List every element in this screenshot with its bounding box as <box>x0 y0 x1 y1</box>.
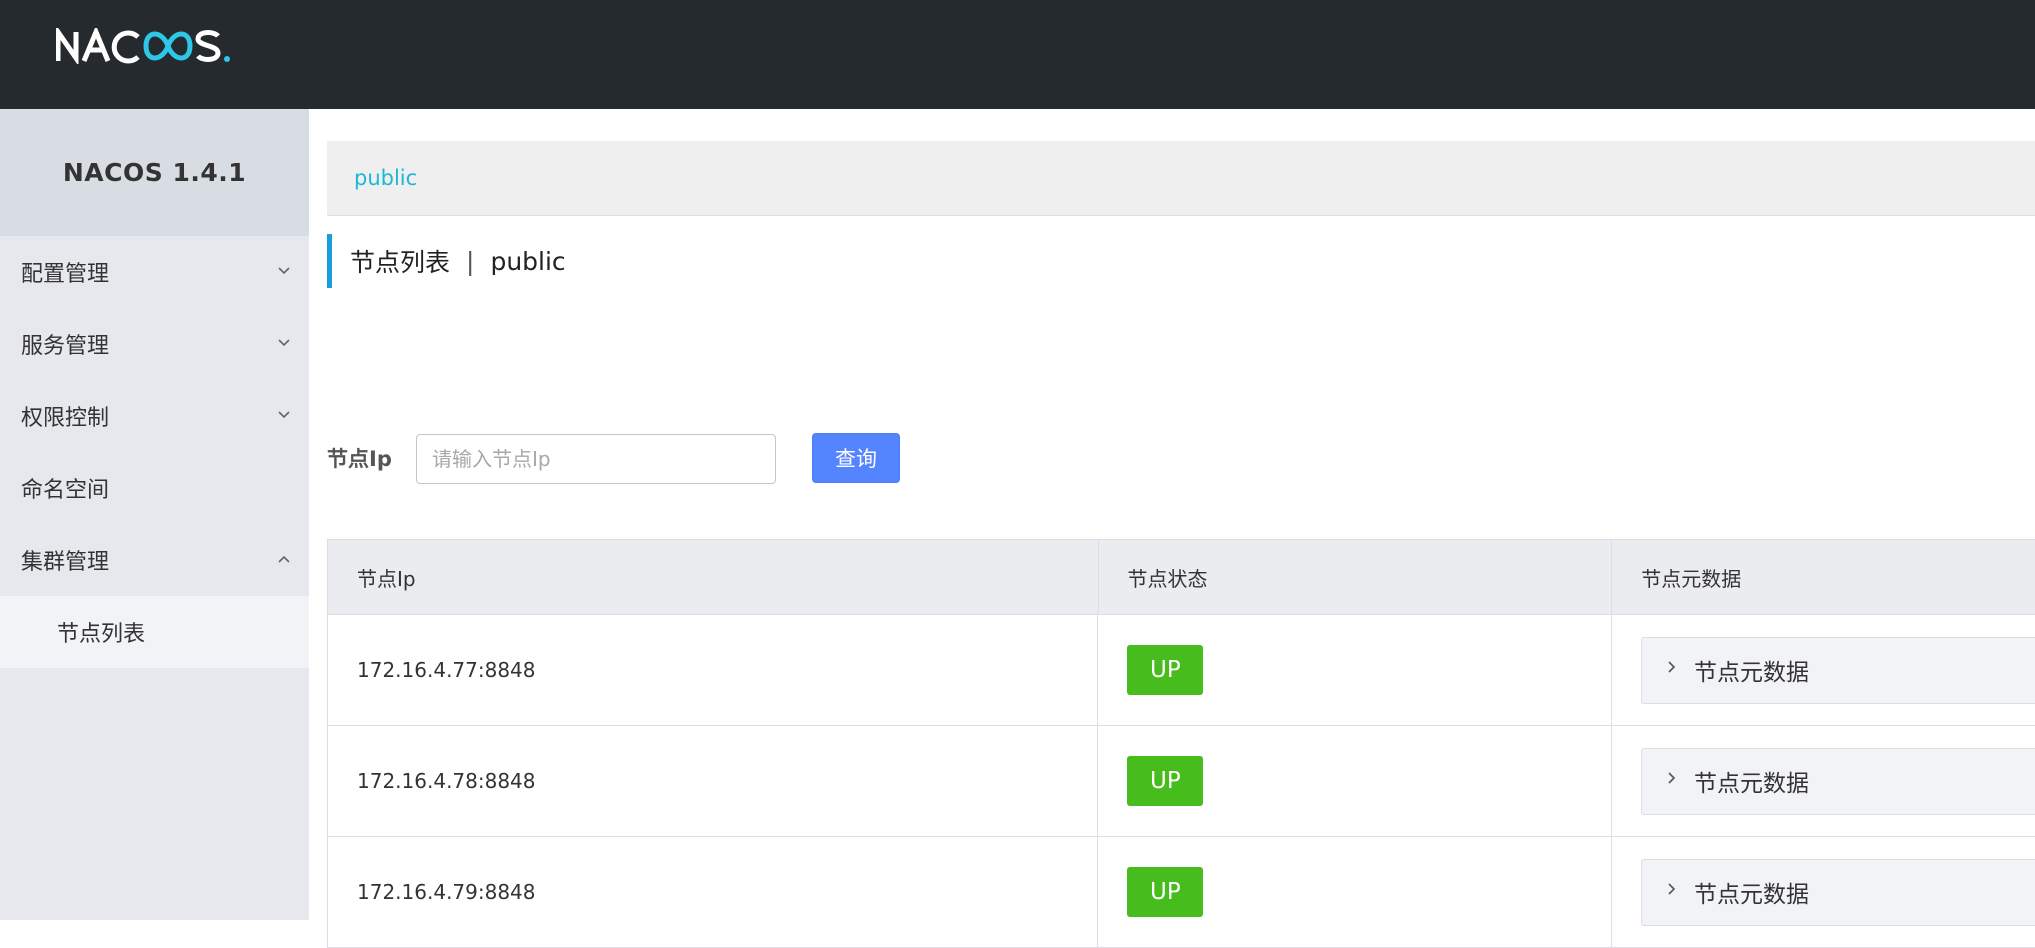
main-content: public 节点列表 | public 节点Ip 查询 节点Ip 节点状态 节… <box>309 109 2035 948</box>
node-ip-cell: 172.16.4.79:8848 <box>328 837 1099 947</box>
column-header-node-ip: 节点Ip <box>328 540 1099 614</box>
node-table: 节点Ip 节点状态 节点元数据 172.16.4.77:8848 UP 节点元数… <box>327 539 2035 948</box>
top-bar <box>0 0 2035 109</box>
column-header-node-status: 节点状态 <box>1099 540 1613 614</box>
column-header-node-metadata: 节点元数据 <box>1641 566 1742 591</box>
node-status-cell: UP <box>1098 837 1612 947</box>
nacos-logo[interactable] <box>56 24 236 68</box>
node-ip-cell: 172.16.4.77:8848 <box>328 615 1099 725</box>
sidebar-title: NACOS 1.4.1 <box>0 109 309 236</box>
sidebar: NACOS 1.4.1 配置管理 服务管理 权限控制 命名空间 集群管理 节点列… <box>0 109 309 920</box>
sidebar-item-label: 配置管理 <box>21 262 110 287</box>
namespace-bar: public <box>327 141 2035 216</box>
status-badge: UP <box>1127 867 1204 917</box>
chevron-right-icon <box>1668 660 1676 673</box>
sidebar-item-label: 服务管理 <box>21 334 110 359</box>
metadata-collapse[interactable]: 节点元数据 <box>1641 858 2035 926</box>
namespace-link-public[interactable]: public <box>354 166 417 190</box>
chevron-down-icon <box>278 267 290 275</box>
status-badge: UP <box>1127 645 1204 695</box>
sidebar-item-namespace[interactable]: 命名空间 <box>0 452 309 524</box>
status-badge: UP <box>1127 756 1204 806</box>
sidebar-item-access-control[interactable]: 权限控制 <box>0 380 309 452</box>
metadata-collapse[interactable]: 节点元数据 <box>1641 747 2035 815</box>
chevron-right-icon <box>1668 771 1676 784</box>
search-label: 节点Ip <box>327 447 392 471</box>
node-metadata-cell: 节点元数据 <box>1612 615 2035 725</box>
sidebar-item-label: 权限控制 <box>21 406 110 431</box>
table-header: 节点Ip 节点状态 节点元数据 <box>328 540 2035 615</box>
node-metadata-cell: 节点元数据 <box>1612 837 2035 947</box>
table-row: 172.16.4.78:8848 UP 节点元数据 <box>328 726 2035 837</box>
sidebar-item-label: 命名空间 <box>21 478 110 503</box>
chevron-down-icon <box>278 411 290 419</box>
nacos-logo-icon <box>56 28 230 64</box>
node-ip-search-input[interactable] <box>416 434 776 484</box>
node-status-cell: UP <box>1098 726 1612 836</box>
sidebar-item-service-management[interactable]: 服务管理 <box>0 308 309 380</box>
table-row: 172.16.4.77:8848 UP 节点元数据 <box>328 615 2035 726</box>
sidebar-item-cluster-management[interactable]: 集群管理 <box>0 524 309 596</box>
metadata-collapse-label: 节点元数据 <box>1694 771 1809 797</box>
node-status-cell: UP <box>1098 615 1612 725</box>
metadata-collapse[interactable]: 节点元数据 <box>1641 636 2035 704</box>
metadata-collapse-label: 节点元数据 <box>1694 882 1809 908</box>
query-button[interactable]: 查询 <box>812 433 900 483</box>
node-metadata-cell: 节点元数据 <box>1612 726 2035 836</box>
page-title-text: 节点列表 <box>350 248 451 277</box>
sidebar-subitem-node-list[interactable]: 节点列表 <box>0 596 309 668</box>
sidebar-item-config-management[interactable]: 配置管理 <box>0 236 309 308</box>
title-separator: | <box>466 246 475 276</box>
page-title-namespace: public <box>490 246 566 276</box>
chevron-down-icon <box>278 339 290 347</box>
metadata-collapse-label: 节点元数据 <box>1694 660 1809 686</box>
chevron-up-icon <box>278 555 290 563</box>
page-title: 节点列表 | public <box>327 234 566 288</box>
sidebar-subitem-label: 节点列表 <box>57 622 146 647</box>
node-ip-cell: 172.16.4.78:8848 <box>328 726 1099 836</box>
chevron-right-icon <box>1668 882 1676 895</box>
sidebar-item-label: 集群管理 <box>21 550 110 575</box>
table-row: 172.16.4.79:8848 UP 节点元数据 <box>328 837 2035 948</box>
